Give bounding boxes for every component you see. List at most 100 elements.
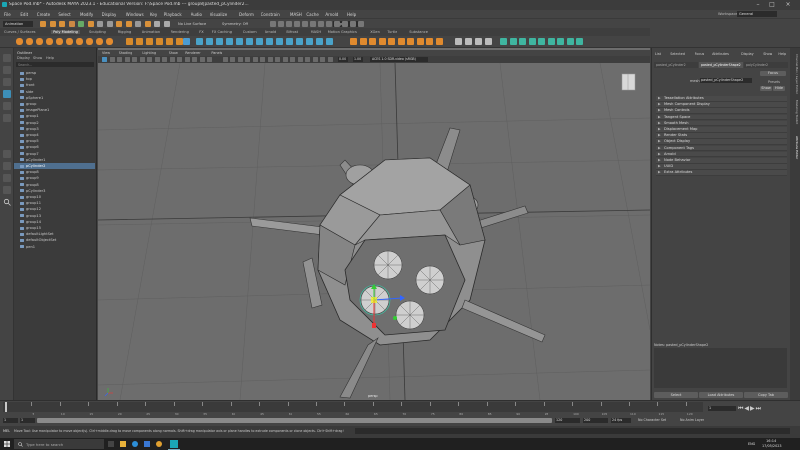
select-button[interactable]: Select	[654, 392, 698, 398]
status-tool-icon[interactable]	[59, 21, 65, 27]
character-set-label[interactable]: No Character Set	[638, 418, 666, 422]
time-slider[interactable]: 1 ⏮◀▶⏭ 5 10 15 20 25 30 35 40 45 50 55 60 65 70 75 80 85…	[0, 400, 800, 416]
timeline-track[interactable]	[3, 402, 703, 412]
status-tool-icon[interactable]	[87, 21, 94, 27]
node-name-field[interactable]: pasted_pCylinderShape2	[700, 78, 752, 83]
shelf-mesh-tool-icon[interactable]	[126, 38, 133, 45]
shelf-edit-icon[interactable]	[196, 38, 203, 45]
menu-edit[interactable]: Edit	[20, 12, 28, 17]
shelf-tab-6[interactable]: FX	[199, 30, 204, 34]
scale-tool-icon[interactable]	[3, 114, 11, 122]
shelf-deform-icon[interactable]	[547, 38, 555, 45]
ae-menu-display[interactable]: Display	[741, 52, 754, 56]
ae-section[interactable]: ▶ Smooth Mesh	[656, 120, 787, 127]
minimize-button[interactable]: –	[752, 1, 764, 9]
menu-constrain[interactable]: Constrain	[261, 12, 280, 17]
ae-section[interactable]: ▶ Displacement Map	[656, 127, 787, 133]
shelf-modeling-icon[interactable]	[426, 38, 433, 45]
shelf-deform-icon[interactable]	[528, 38, 536, 45]
shelf-deform-icon[interactable]	[500, 38, 507, 45]
anim-layer-label[interactable]: No Anim Layer	[680, 418, 704, 422]
viewport-toolbar-icon[interactable]	[222, 57, 228, 62]
shelf-edit-icon[interactable]	[266, 38, 273, 45]
shelf-primitive-icon[interactable]	[86, 38, 93, 45]
menu-file[interactable]: File	[4, 12, 11, 17]
shelf-tab-15[interactable]: Substance	[409, 30, 428, 34]
shelf-tab-9[interactable]: Arnold	[265, 30, 277, 34]
shelf-tab-4[interactable]: Animation	[142, 30, 160, 34]
task-view-icon[interactable]	[108, 441, 114, 447]
viewport-toolbar-icon[interactable]	[327, 57, 333, 62]
viewport-menu-panels[interactable]: Panels	[211, 51, 222, 55]
status-tool-icon[interactable]	[154, 21, 160, 27]
shelf-mesh-tool-icon[interactable]	[156, 38, 163, 45]
load-attributes-button[interactable]: Load Attributes	[699, 392, 743, 398]
viewport-toolbar-icon[interactable]	[184, 57, 190, 62]
mel-label[interactable]: MEL	[3, 429, 10, 433]
viewport-toolbar-icon[interactable]	[192, 57, 197, 62]
menu-create[interactable]: Create	[37, 12, 50, 17]
ae-menu-show[interactable]: Show	[763, 52, 772, 56]
ae-menu-help[interactable]: Help	[778, 52, 786, 56]
ae-menu-attributes[interactable]: Attributes	[712, 52, 729, 56]
maximize-button[interactable]: □	[766, 1, 778, 9]
viewport-toolbar-icon[interactable]	[290, 57, 295, 62]
exposure-field[interactable]: 0.00	[338, 57, 348, 62]
ae-menu-selected[interactable]: Selected	[670, 52, 685, 56]
shelf-edit-icon[interactable]	[286, 38, 293, 45]
viewport-toolbar-icon[interactable]	[177, 57, 182, 62]
range-slider[interactable]: 1 1 120 200 24 fps No Character Set No A…	[0, 416, 800, 426]
shelf-edit-icon[interactable]	[206, 38, 213, 45]
menu-windows[interactable]: Windows	[126, 12, 144, 17]
maya-taskbar-icon[interactable]	[170, 440, 178, 448]
viewport-toolbar-icon[interactable]	[139, 57, 145, 62]
viewport-toolbar-icon[interactable]	[312, 57, 318, 62]
status-tool-icon[interactable]	[125, 21, 132, 27]
shelf-modeling-icon[interactable]	[378, 38, 386, 45]
render-tool-icon[interactable]	[270, 21, 276, 27]
shelf-modeling-icon[interactable]	[407, 38, 414, 45]
search-tool-icon[interactable]	[3, 198, 11, 206]
shelf-tab-2[interactable]: Sculpting	[89, 30, 106, 34]
shelf-edit-icon[interactable]	[226, 38, 233, 45]
ae-section[interactable]: ▶ Tessellation Attributes	[656, 96, 787, 102]
render-tool-icon[interactable]	[286, 21, 292, 27]
render-tool-icon[interactable]	[302, 21, 308, 27]
viewport-toolbar-icon[interactable]	[230, 57, 235, 62]
shelf-primitive-icon[interactable]	[76, 38, 83, 45]
render-tool-icon[interactable]	[358, 21, 364, 27]
notes-field[interactable]	[654, 348, 787, 388]
viewport-toolbar-icon[interactable]	[245, 57, 250, 62]
gamma-field[interactable]: 1.00	[353, 57, 363, 62]
menu-select[interactable]: Select	[58, 12, 70, 17]
menu-arnold[interactable]: Arnold	[325, 12, 338, 17]
shelf-edit-icon[interactable]	[326, 38, 333, 45]
ae-section[interactable]: ▶ Extra Attributes	[656, 170, 787, 176]
render-tool-icon[interactable]	[334, 21, 340, 27]
viewport-menu-lighting[interactable]: Lighting	[142, 51, 156, 55]
status-tool-icon[interactable]	[78, 21, 84, 27]
shelf-modeling-icon[interactable]	[397, 38, 405, 45]
status-tool-icon[interactable]	[68, 21, 75, 27]
shelf-modeling-icon[interactable]	[350, 38, 357, 45]
menu-playback[interactable]: Playback	[164, 12, 182, 17]
outliner-search-input[interactable]: Search...	[16, 62, 94, 67]
shelf-primitive-icon[interactable]	[56, 38, 63, 45]
shelf-tab-3[interactable]: Rigging	[118, 30, 132, 34]
shelf-sculpt-icon[interactable]	[475, 38, 482, 45]
ae-tab[interactable]: pasted_pCylinderShape2	[699, 62, 743, 68]
shelf-tab-5[interactable]: Rendering	[171, 30, 189, 34]
side-tab-channel-box[interactable]: Channel Box / Layer Editor	[791, 54, 799, 94]
viewport-toolbar-icon[interactable]	[305, 57, 310, 62]
render-tool-icon[interactable]	[278, 21, 284, 27]
focus-button[interactable]: Focus	[760, 71, 786, 76]
shelf-deform-icon[interactable]	[576, 38, 583, 45]
shelf-modeling-icon[interactable]	[388, 38, 395, 45]
shelf-tab-1[interactable]: Poly Modeling	[51, 29, 80, 34]
edge-icon[interactable]	[132, 441, 138, 447]
shelf-edit-icon[interactable]	[296, 38, 303, 45]
ae-section[interactable]: ▶ Object Display	[656, 139, 787, 145]
shelf-deform-icon[interactable]	[519, 38, 526, 45]
shelf-modeling-icon[interactable]	[369, 38, 376, 45]
shelf-tab-14[interactable]: Turtle	[387, 30, 397, 34]
